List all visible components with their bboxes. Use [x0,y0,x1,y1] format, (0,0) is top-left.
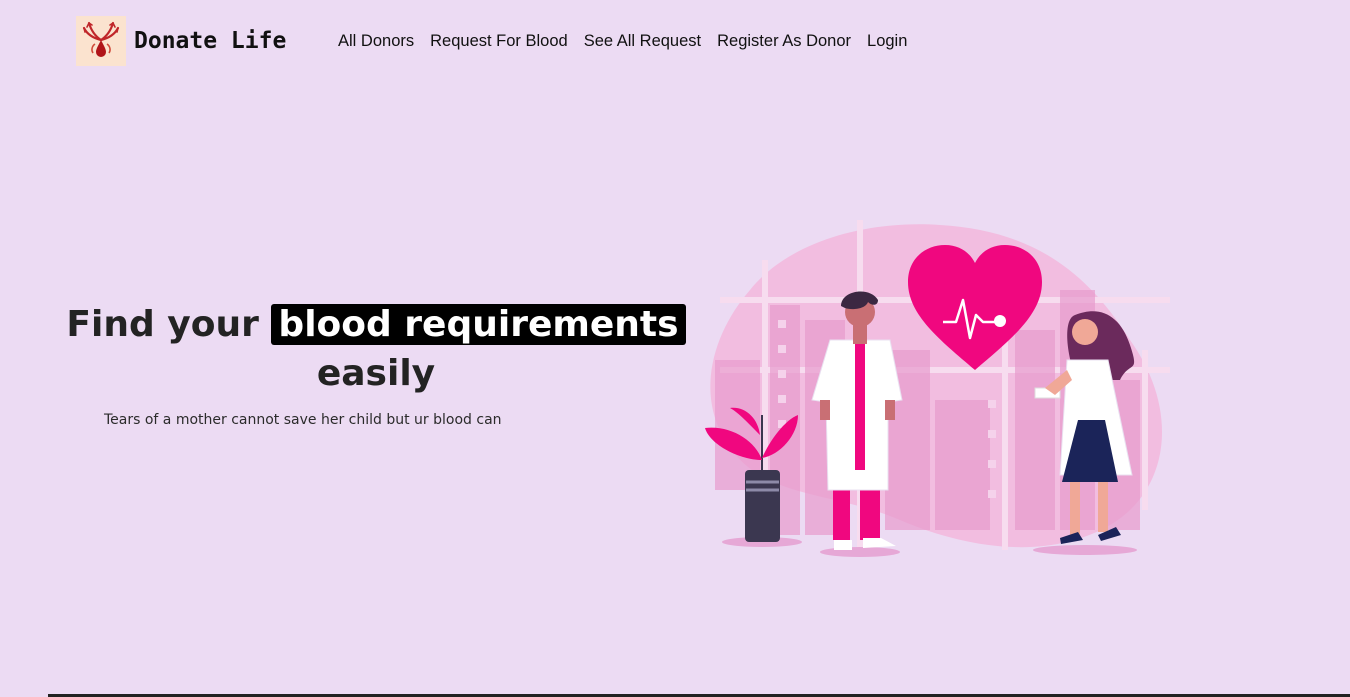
hero-title-suffix: easily [316,353,436,394]
brand-name[interactable]: Donate Life [134,28,286,54]
blood-drop-hands-icon [82,21,120,57]
nav-login[interactable]: Login [867,32,907,51]
nav-request-for-blood[interactable]: Request For Blood [430,32,568,51]
hero-tagline: Tears of a mother cannot save her child … [104,412,502,428]
hero-title-highlight: blood requirements [271,304,686,345]
logo[interactable] [76,16,126,66]
page: Donate Life All Donors Request For Blood… [0,0,1350,697]
nav-links: All Donors Request For Blood See All Req… [338,15,923,67]
navbar: Donate Life All Donors Request For Blood… [76,15,907,67]
nav-all-donors[interactable]: All Donors [338,32,414,51]
nav-register-as-donor[interactable]: Register As Donor [717,32,851,51]
hero-title: Find your blood requirements easily [62,300,690,398]
hero-title-prefix: Find your [66,304,259,345]
nav-see-all-request[interactable]: See All Request [584,32,701,51]
doctors-heart-illustration [705,220,1170,557]
